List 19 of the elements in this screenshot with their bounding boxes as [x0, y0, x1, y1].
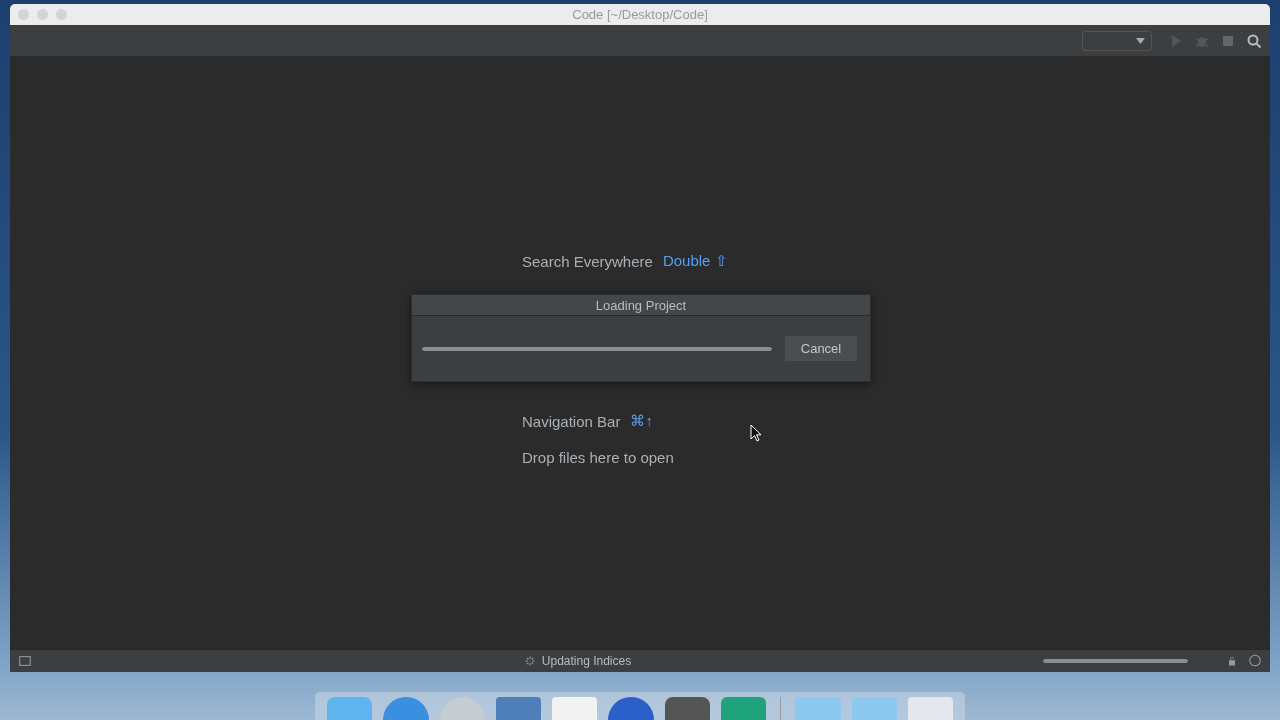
cursor-icon — [750, 424, 762, 442]
maximize-button[interactable] — [56, 9, 67, 20]
minimize-button[interactable] — [37, 9, 48, 20]
run-config-dropdown[interactable] — [1082, 30, 1152, 51]
hint-label: Drop files here to open — [522, 448, 674, 466]
dialog-title: Loading Project — [595, 297, 687, 313]
panel-toggle-icon[interactable] — [18, 654, 32, 668]
shortcut-text: Double ⇧ — [662, 252, 728, 270]
hint-label: Navigation Bar — [522, 412, 621, 430]
spinner-icon[interactable] — [523, 655, 536, 667]
lock-icon[interactable] — [1226, 655, 1238, 667]
search-icon[interactable] — [1246, 32, 1262, 49]
status-text: Updating Indices — [541, 654, 632, 668]
hint-label: Search Everywhere — [522, 252, 653, 270]
caret-icon — [1136, 37, 1145, 44]
shortcut-text: ⌘↑ — [630, 412, 653, 430]
cancel-button[interactable]: Cancel — [785, 336, 857, 361]
close-button[interactable] — [18, 9, 29, 20]
window-title: Code [~/Desktop/Code] — [572, 7, 708, 22]
